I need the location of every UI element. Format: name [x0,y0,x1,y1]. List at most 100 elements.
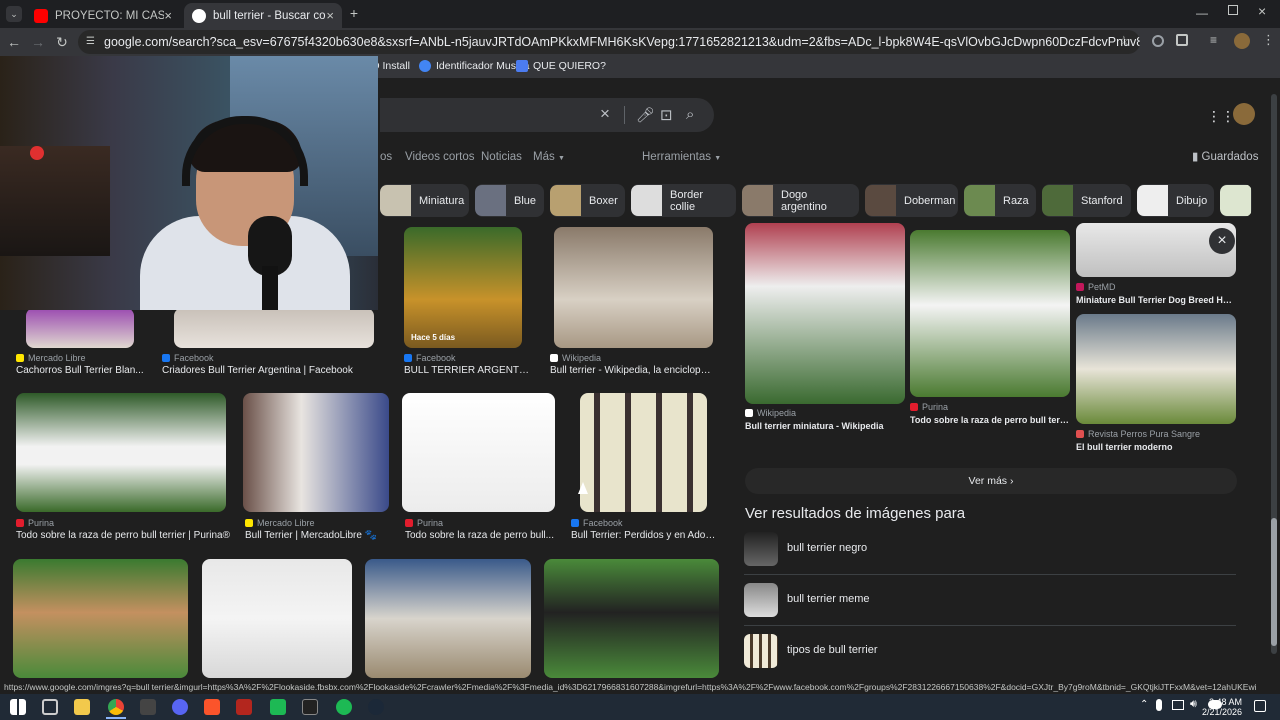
source-label: Facebook [416,353,456,363]
result-image[interactable] [544,559,719,678]
file-explorer-icon[interactable] [74,699,90,715]
taskbar-clock[interactable]: 2:48 AM 2/21/2026 [1202,697,1242,717]
bookmark-que-quiero[interactable]: QUE QUIERO? [516,60,606,72]
side-image[interactable] [910,230,1070,397]
discord-icon[interactable] [172,699,188,715]
menu-icon[interactable]: ⋮ [1262,32,1275,48]
result-image[interactable] [13,559,188,678]
clear-icon[interactable]: × [600,104,610,124]
chip-boxer[interactable]: Boxer [550,184,625,217]
result-title[interactable]: Bull terrier - Wikipedia, la encicloped.… [550,365,716,376]
close-tab-icon[interactable]: × [164,8,172,23]
side-title[interactable]: Todo sobre la raza de perro bull terrier… [910,415,1070,425]
close-window-button[interactable]: × [1258,3,1266,19]
lens-icon[interactable]: ⊡ [660,106,673,124]
result-title[interactable]: Todo sobre la raza de perro bull terrier… [16,530,232,541]
result-image[interactable]: Hace 5 días [404,227,522,348]
notification-icon[interactable] [1254,700,1266,712]
side-title[interactable]: Bull terrier miniatura - Wikipedia [745,421,905,431]
restore-button[interactable] [1228,5,1238,15]
chip-more[interactable] [1220,184,1252,217]
spotify-icon[interactable] [336,699,352,715]
tab-mas[interactable]: Más ▼ [533,151,565,163]
chip-miniatura[interactable]: Miniatura [380,184,469,217]
close-panel-button[interactable]: × [1209,228,1235,254]
chip-dogo-argentino[interactable]: Dogo argentino [742,184,859,217]
result-image[interactable] [26,308,134,348]
side-title[interactable]: El bull terrier moderno [1076,442,1236,452]
result-image[interactable] [365,559,531,678]
side-title[interactable]: Miniature Bull Terrier Dog Breed Health.… [1076,295,1236,305]
new-tab-button[interactable]: + [346,5,362,21]
chrome-icon[interactable] [108,699,124,715]
profile-avatar[interactable] [1234,33,1250,49]
scrollbar-thumb-active[interactable] [1271,518,1277,646]
brave-icon[interactable] [204,699,220,715]
tab-videos-cortos[interactable]: Videos cortos [405,151,474,163]
tab-youtube[interactable]: PROYECTO: MI CASA #01 - YouT × [26,3,180,28]
steam-icon[interactable] [368,699,384,715]
app-icon[interactable] [302,699,318,715]
chip-stanford[interactable]: Stanford [1042,184,1131,217]
chip-blue[interactable]: Blue [475,184,544,217]
webcam-overlay [0,56,378,310]
account-avatar[interactable] [1233,103,1255,125]
tools-button[interactable]: Herramientas ▼ [642,151,721,163]
bookmark-identificador[interactable]: Identificador Musica [419,60,529,72]
result-title[interactable]: Bull Terrier: Perdidos y en Adop... [571,530,717,541]
tab-noticias[interactable]: Noticias [481,151,522,163]
side-image[interactable] [1076,314,1236,424]
bookmark-star-icon[interactable]: ☆ [1118,33,1130,49]
minimize-button[interactable]: — [1196,6,1208,20]
task-view-icon[interactable] [42,699,58,715]
chip-raza[interactable]: Raza [964,184,1036,217]
tab-google-search[interactable]: bull terrier - Buscar con Google × [184,3,342,28]
related-item[interactable]: tipos de bull terrier [744,626,1236,677]
page-scrollbar[interactable] [1271,82,1277,692]
result-image[interactable] [554,227,713,348]
result-image[interactable] [174,308,374,348]
app-icon[interactable] [140,699,156,715]
chip-border-collie[interactable]: Border collie [631,184,736,217]
volume-icon[interactable]: 🔊︎ [1190,698,1197,711]
related-item[interactable]: bull terrier meme [744,575,1236,626]
result-image[interactable] [402,393,555,512]
tab-search-button[interactable]: ⌄ [6,6,22,22]
result-title[interactable]: BULL TERRIER ARGENTI... [404,365,530,376]
site-info-icon[interactable]: ☰ [86,30,95,54]
result-image[interactable] [580,393,707,512]
extension-icon[interactable] [1152,35,1164,47]
side-image[interactable] [745,223,905,404]
result-title[interactable]: Cachorros Bull Terrier Blan... [16,365,144,376]
tray-chevron-icon[interactable]: ⌃ [1140,699,1148,710]
saved-button[interactable]: ▮ Guardados [1192,149,1258,163]
search-box[interactable]: × 🎤︎ ⊡ ⌕ [380,98,714,132]
back-button[interactable]: ← [4,32,24,52]
result-title[interactable]: Todo sobre la raza de perro bull... [405,530,555,541]
windows-start-icon[interactable] [10,699,26,715]
address-bar[interactable]: ☰ google.com/search?sca_esv=67675f4320b6… [78,30,1140,54]
ver-mas-button[interactable]: Ver más › [745,468,1237,494]
tab-all[interactable]: os [380,151,392,163]
result-image[interactable] [16,393,226,512]
chip-dibujo[interactable]: Dibujo [1137,184,1214,217]
reload-button[interactable]: ↻ [52,32,72,52]
related-item[interactable]: bull terrier negro [744,524,1236,575]
result-title[interactable]: Bull Terrier | MercadoLibre 🐾 [245,530,395,541]
extensions-puzzle-icon[interactable] [1176,34,1188,46]
result-image[interactable] [243,393,389,512]
search-icon[interactable]: ⌕ [686,106,694,123]
network-icon[interactable] [1172,700,1184,710]
capcut-icon[interactable] [270,699,286,715]
app-icon[interactable] [236,699,252,715]
chip-doberman[interactable]: Doberman [865,184,958,217]
result-title[interactable]: Criadores Bull Terrier Argentina | Faceb… [162,365,362,376]
apps-grid-icon[interactable]: ⋮⋮ [1207,108,1235,125]
purina-icon [910,403,918,411]
microphone-tray-icon[interactable] [1156,699,1162,711]
media-icon[interactable]: ≡ [1210,33,1217,47]
microphone-icon[interactable]: 🎤︎ [636,106,655,124]
close-tab-icon[interactable]: × [326,8,334,23]
forward-button[interactable]: → [28,32,48,52]
result-image[interactable] [202,559,352,678]
